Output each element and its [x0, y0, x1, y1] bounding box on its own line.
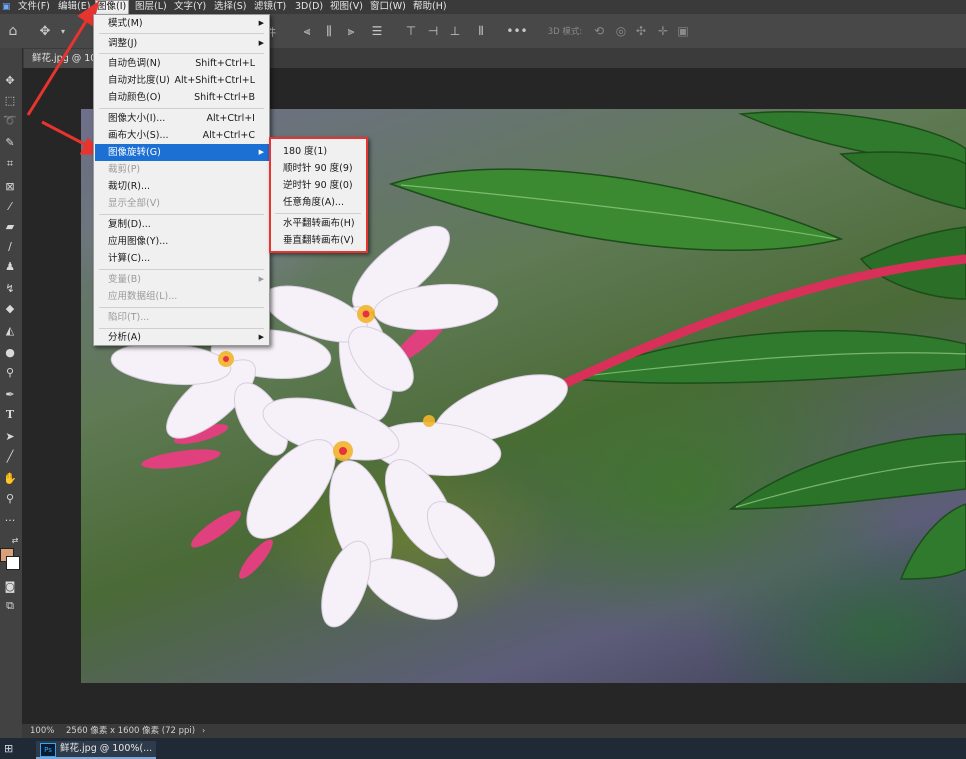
menu-item-label: 图像旋转(G)	[108, 147, 161, 158]
menu-item-shortcut: Shift+Ctrl+B	[194, 92, 255, 103]
menu-item-label: 应用图像(Y)...	[108, 236, 169, 247]
menu-item-label: 分析(A)	[108, 332, 141, 343]
menu-item-calculations[interactable]: 计算(C)...	[95, 250, 269, 267]
submenu-item-label: 逆时针 90 度(0)	[283, 180, 353, 191]
status-bar: 100% 2560 像素 x 1600 像素 (72 ppi) ›	[22, 724, 966, 738]
document-info: 2560 像素 x 1600 像素 (72 ppi)	[66, 726, 196, 736]
menu-separator	[99, 214, 264, 215]
status-menu-arrow-icon[interactable]: ›	[202, 724, 205, 738]
taskbar-window-label: 鲜花.jpg @ 100%(...	[60, 743, 153, 754]
menu-item-label: 画布大小(S)...	[108, 130, 169, 141]
menu-item-shortcut: Alt+Ctrl+I	[206, 113, 256, 124]
menu-item-reveal-all[interactable]: 显示全部(V)	[95, 195, 269, 212]
submenu-item-label: 垂直翻转画布(V)	[283, 235, 354, 246]
taskbar-photoshop-window[interactable]: Ps 鲜花.jpg @ 100%(...	[36, 741, 156, 759]
rotate-arbitrary-item[interactable]: 任意角度(A)...	[273, 194, 365, 211]
menu-item-adjustments[interactable]: 调整(J) ▶	[95, 35, 269, 52]
menu-item-label: 应用数据组(L)...	[108, 291, 178, 302]
menu-item-label: 陷印(T)...	[108, 312, 150, 323]
menu-item-trap[interactable]: 陷印(T)...	[95, 309, 269, 326]
rotate-90-ccw-item[interactable]: 逆时针 90 度(0)	[273, 177, 365, 194]
submenu-arrow-icon: ▶	[258, 333, 264, 341]
menu-item-label: 模式(M)	[108, 18, 143, 29]
menu-item-label: 裁剪(P)	[108, 164, 141, 175]
menu-item-apply-image[interactable]: 应用图像(Y)...	[95, 233, 269, 250]
flip-horizontal-item[interactable]: 水平翻转画布(H)	[273, 215, 365, 232]
menu-item-label: 自动色调(N)	[108, 58, 161, 69]
menu-item-label: 复制(D)...	[108, 219, 151, 230]
menu-item-image-rotation[interactable]: 图像旋转(G) ▶	[95, 144, 269, 161]
menu-item-label: 显示全部(V)	[108, 198, 160, 209]
image-menu-dropdown: 模式(M) ▶ 调整(J) ▶ 自动色调(N) Shift+Ctrl+L 自动对比度(…	[93, 14, 270, 346]
photoshop-logo-icon: Ps	[40, 743, 56, 757]
menu-item-canvas-size[interactable]: 画布大小(S)... Alt+Ctrl+C	[95, 127, 269, 144]
submenu-arrow-icon: ▶	[258, 275, 264, 283]
annotation-arrow-to-rotate-item	[41, 120, 89, 148]
submenu-arrow-icon: ▶	[258, 39, 264, 47]
zoom-level[interactable]: 100%	[30, 724, 54, 738]
menu-item-apply-data-set[interactable]: 应用数据组(L)...	[95, 288, 269, 305]
menu-item-label: 裁切(R)...	[108, 181, 151, 192]
menu-item-shortcut: Alt+Shift+Ctrl+L	[174, 75, 255, 86]
menu-item-label: 自动颜色(O)	[108, 92, 161, 103]
windows-start-icon[interactable]: ⊞	[4, 742, 13, 755]
menu-item-label: 自动对比度(U)	[108, 75, 170, 86]
flip-vertical-item[interactable]: 垂直翻转画布(V)	[273, 232, 365, 249]
menu-separator	[275, 213, 361, 214]
menu-item-auto-tone[interactable]: 自动色调(N) Shift+Ctrl+L	[95, 55, 269, 72]
menu-separator	[99, 307, 264, 308]
menu-separator	[99, 269, 264, 270]
image-rotation-submenu: 180 度(1) 顺时针 90 度(9) 逆时针 90 度(0) 任意角度(A)…	[269, 137, 368, 253]
menu-item-image-size[interactable]: 图像大小(I)... Alt+Ctrl+I	[95, 110, 269, 127]
rotate-90-cw-item[interactable]: 顺时针 90 度(9)	[273, 160, 365, 177]
menu-item-label: 调整(J)	[108, 38, 138, 49]
menu-item-auto-color[interactable]: 自动颜色(O) Shift+Ctrl+B	[95, 89, 269, 106]
submenu-item-label: 180 度(1)	[283, 146, 328, 157]
menu-item-trim[interactable]: 裁切(R)...	[95, 178, 269, 195]
submenu-item-label: 任意角度(A)...	[283, 197, 344, 208]
menu-item-variables[interactable]: 变量(B) ▶	[95, 271, 269, 288]
submenu-arrow-icon: ▶	[258, 19, 264, 27]
menu-item-label: 变量(B)	[108, 274, 141, 285]
menu-item-shortcut: Alt+Ctrl+C	[202, 130, 255, 141]
menu-item-label: 计算(C)...	[108, 253, 151, 264]
annotation-arrow-to-image-menu	[26, 17, 90, 116]
submenu-item-label: 顺时针 90 度(9)	[283, 163, 353, 174]
menu-item-shortcut: Shift+Ctrl+L	[195, 58, 255, 69]
menu-item-analysis[interactable]: 分析(A) ▶	[95, 329, 269, 346]
menu-separator	[99, 108, 264, 109]
menu-item-label: 图像大小(I)...	[108, 113, 166, 124]
menu-separator	[99, 33, 264, 34]
rotate-180-item[interactable]: 180 度(1)	[273, 143, 365, 160]
submenu-item-label: 水平翻转画布(H)	[283, 218, 355, 229]
menu-item-mode[interactable]: 模式(M) ▶	[95, 15, 269, 32]
menu-item-duplicate[interactable]: 复制(D)...	[95, 216, 269, 233]
submenu-arrow-icon: ▶	[258, 148, 264, 156]
menu-item-crop[interactable]: 裁剪(P)	[95, 161, 269, 178]
menu-item-auto-contrast[interactable]: 自动对比度(U) Alt+Shift+Ctrl+L	[95, 72, 269, 89]
menu-separator	[99, 53, 264, 54]
